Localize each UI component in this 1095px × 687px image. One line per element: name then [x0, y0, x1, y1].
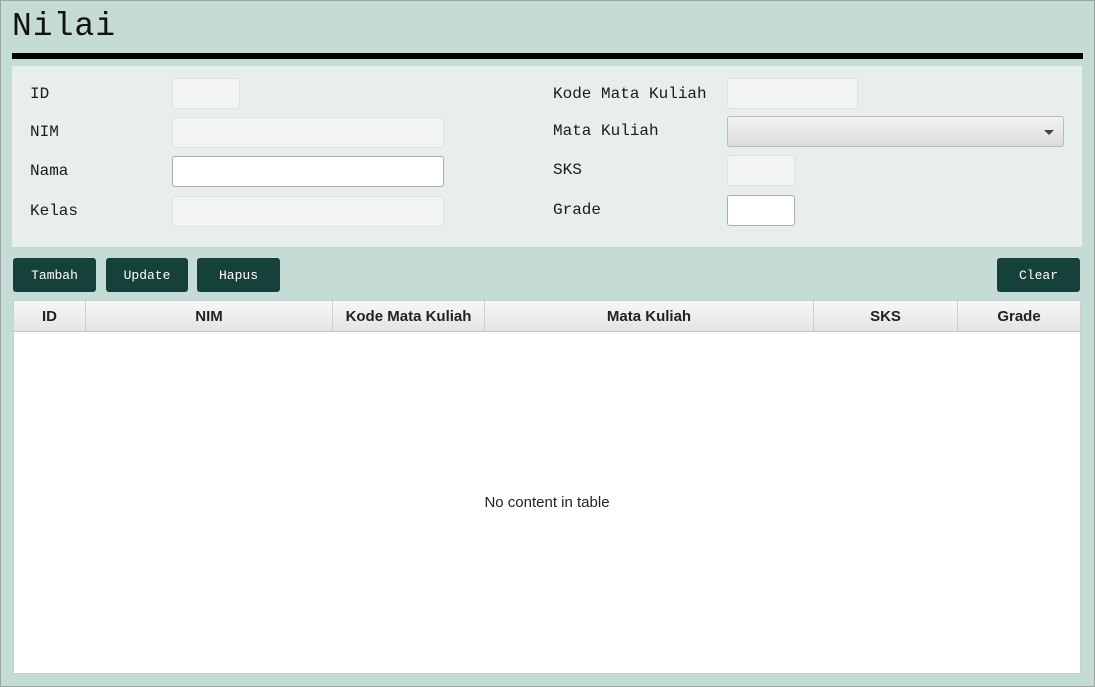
clear-button[interactable]: Clear — [997, 258, 1080, 292]
hapus-button[interactable]: Hapus — [197, 258, 280, 292]
mata-kuliah-label: Mata Kuliah — [553, 122, 659, 140]
mata-kuliah-select[interactable] — [727, 116, 1064, 147]
id-label: ID — [30, 85, 50, 103]
kode-mata-kuliah-field[interactable] — [727, 78, 858, 109]
nilai-table[interactable]: ID NIM Kode Mata Kuliah Mata Kuliah SKS … — [13, 300, 1081, 674]
column-header-kode-mata-kuliah[interactable]: Kode Mata Kuliah — [333, 301, 485, 331]
chevron-down-icon — [1044, 130, 1054, 135]
nim-field[interactable] — [172, 117, 444, 148]
column-header-grade[interactable]: Grade — [958, 301, 1080, 331]
kode-mata-kuliah-label: Kode Mata Kuliah — [553, 85, 707, 103]
kelas-label: Kelas — [30, 202, 79, 220]
kelas-field[interactable] — [172, 196, 444, 227]
column-header-sks[interactable]: SKS — [814, 301, 958, 331]
nama-label: Nama — [30, 162, 69, 180]
nim-label: NIM — [30, 123, 59, 141]
id-field[interactable] — [172, 78, 240, 109]
column-header-id[interactable]: ID — [14, 301, 86, 331]
empty-table-message: No content in table — [484, 494, 610, 511]
table-header: ID NIM Kode Mata Kuliah Mata Kuliah SKS … — [14, 301, 1080, 332]
sks-label: SKS — [553, 161, 582, 179]
page-title: Nilai — [12, 8, 117, 45]
grade-field[interactable] — [727, 195, 795, 226]
column-header-mata-kuliah[interactable]: Mata Kuliah — [485, 301, 814, 331]
title-divider — [12, 53, 1083, 59]
tambah-button[interactable]: Tambah — [13, 258, 96, 292]
update-button[interactable]: Update — [106, 258, 188, 292]
nama-field[interactable] — [172, 156, 444, 187]
grade-label: Grade — [553, 201, 602, 219]
column-header-nim[interactable]: NIM — [86, 301, 333, 331]
sks-field[interactable] — [727, 155, 795, 186]
